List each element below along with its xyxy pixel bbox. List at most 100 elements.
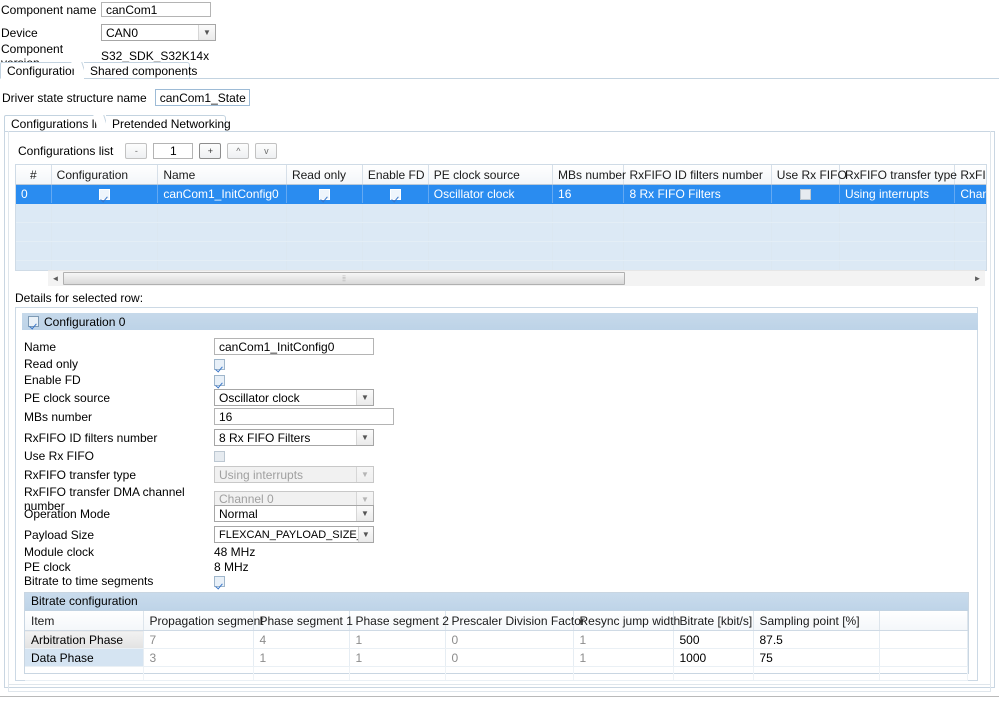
driver-state-input[interactable]: canCom1_State xyxy=(154,89,250,106)
chevron-down-icon: ▼ xyxy=(356,506,373,521)
cell-enable-fd[interactable] xyxy=(362,184,429,204)
cell-prescaler-division-factor: 0 xyxy=(445,648,574,667)
rxfifo-transfer-type-select[interactable]: Using interrupts ▼ xyxy=(214,466,374,483)
bitrate-configuration-panel: Bitrate configuration Item Propagation s… xyxy=(24,592,969,681)
grid-col-enable-fd[interactable]: Enable FD xyxy=(362,165,429,185)
cell-use-rx-fifo[interactable] xyxy=(771,184,840,204)
tab-configurations[interactable]: Configurations xyxy=(0,62,84,79)
enable-fd-checkbox[interactable] xyxy=(214,374,225,386)
cell-prescaler-division-factor: 0 xyxy=(445,630,574,649)
cell-empty xyxy=(16,203,52,223)
bitrate-col-sampling-point[interactable]: Sampling point [%] xyxy=(753,611,880,631)
cell-read-only[interactable] xyxy=(286,184,363,204)
cell-empty xyxy=(428,241,554,261)
read-only-checkbox[interactable] xyxy=(214,358,225,370)
configurations-grid[interactable]: # Configuration Name Read only Enable FD… xyxy=(15,164,987,271)
cell-empty xyxy=(51,203,159,223)
field-label: RxFIFO transfer type xyxy=(24,467,137,482)
bitrate-to-time-segments-checkbox[interactable] xyxy=(214,575,225,587)
table-row[interactable] xyxy=(16,222,986,242)
table-row[interactable]: Data Phase 3 1 1 0 1 1000 75 xyxy=(25,648,968,667)
component-version-value: S32_SDK_S32K14x xyxy=(101,48,210,63)
bitrate-col-phase-segment-1[interactable]: Phase segment 1 xyxy=(253,611,353,631)
remove-configuration-button[interactable]: - xyxy=(125,143,148,159)
device-row: Device CAN0 ▼ xyxy=(0,23,999,42)
cell-configuration[interactable] xyxy=(51,184,159,204)
grid-horizontal-scrollbar[interactable]: ◄ ⦙⦙ ► xyxy=(48,270,985,286)
move-down-button[interactable]: v xyxy=(255,143,278,159)
operation-mode-select[interactable]: Normal ▼ xyxy=(214,505,374,522)
bitrate-col-bitrate[interactable]: Bitrate [kbit/s] xyxy=(673,611,754,631)
name-input[interactable]: canCom1_InitConfig0 xyxy=(214,338,374,355)
cell-empty xyxy=(753,666,880,681)
grid-col-read-only[interactable]: Read only xyxy=(286,165,363,185)
field-label: Use Rx FIFO xyxy=(24,449,95,463)
configurations-list-title: Configurations list xyxy=(18,144,114,158)
component-name-input[interactable]: canCom1 xyxy=(101,2,211,17)
cell-rxfifo-id-filters: 8 Rx FIFO Filters xyxy=(623,184,772,204)
details-group-header[interactable]: Configuration 0 xyxy=(22,313,978,330)
grid-col-index[interactable]: # xyxy=(16,165,52,185)
field-use-rx-fifo: Use Rx FIFO xyxy=(24,449,225,463)
rxfifo-id-filters-select[interactable]: 8 Rx FIFO Filters ▼ xyxy=(214,429,374,446)
scrollbar-thumb[interactable]: ⦙⦙ xyxy=(63,272,625,285)
enable-fd-checkbox[interactable] xyxy=(389,189,401,200)
grid-col-configuration[interactable]: Configuration xyxy=(51,165,159,185)
bitrate-col-spare[interactable] xyxy=(879,611,968,631)
grid-col-rxfifo-id-filters[interactable]: RxFIFO ID filters number xyxy=(623,165,772,185)
cell-empty xyxy=(286,241,363,261)
grid-col-mbs-number[interactable]: MBs number xyxy=(552,165,626,185)
device-select[interactable]: CAN0 ▼ xyxy=(101,24,216,41)
bitrate-col-phase-segment-2[interactable]: Phase segment 2 xyxy=(349,611,449,631)
grid-col-name[interactable]: Name xyxy=(157,165,287,185)
main-tabstrip: Configurations Shared components xyxy=(0,62,999,79)
move-up-button[interactable]: ^ xyxy=(227,143,250,159)
bitrate-col-item[interactable]: Item xyxy=(25,611,144,631)
field-pe-clock: PE clock 8 MHz xyxy=(24,560,249,574)
window-bottom-border xyxy=(0,696,999,697)
use-rx-fifo-checkbox[interactable] xyxy=(214,450,225,462)
rxfifo-dma-channel-value: Channel 0 xyxy=(219,492,274,506)
grid-col-rxfifo-transfer-type[interactable]: RxFIFO transfer type xyxy=(839,165,957,185)
module-clock-value: 48 MHz xyxy=(214,545,256,559)
grid-col-rxfifo-dma-channel[interactable]: RxFIFO transfer DMA chann xyxy=(954,165,986,185)
read-only-checkbox[interactable] xyxy=(318,189,330,200)
component-header: Component name canCom1 Device CAN0 ▼ Com… xyxy=(0,0,999,70)
bitrate-col-prescaler-division-factor[interactable]: Prescaler Division Factor xyxy=(445,611,585,631)
cell-sampling-point: 87.5 xyxy=(753,630,880,649)
table-row[interactable]: Arbitration Phase 7 4 1 0 1 500 87.5 xyxy=(25,630,968,649)
payload-size-value: FLEXCAN_PAYLOAD_SIZE_16 xyxy=(219,528,358,541)
grid-col-use-rx-fifo[interactable]: Use Rx FIFO xyxy=(771,165,847,185)
tab-shared-components[interactable]: Shared components xyxy=(84,62,197,79)
chevron-down-icon: ▼ xyxy=(356,467,373,482)
pe-clock-source-select[interactable]: Oscillator clock ▼ xyxy=(214,389,374,406)
configuration-count-input[interactable]: 1 xyxy=(153,143,194,159)
cell-empty xyxy=(362,222,429,242)
cell-mbs-number: 16 xyxy=(552,184,625,204)
cell-empty xyxy=(286,222,363,242)
table-row[interactable] xyxy=(16,203,986,223)
bitrate-col-propagation-segment[interactable]: Propagation segment xyxy=(143,611,264,631)
tab-configurations-list[interactable]: Configurations list xyxy=(4,115,106,132)
configuration-checkbox[interactable] xyxy=(98,189,110,200)
field-label: Module clock xyxy=(24,545,95,559)
driver-state-label: Driver state structure name xyxy=(2,90,147,105)
add-configuration-button[interactable]: + xyxy=(199,143,222,159)
bitrate-col-resync-jump-width[interactable]: Resync jump width xyxy=(573,611,680,631)
cell-resync-jump-width: 1 xyxy=(573,630,674,649)
payload-size-select[interactable]: FLEXCAN_PAYLOAD_SIZE_16 ▼ xyxy=(214,526,374,543)
grid-header-row: # Configuration Name Read only Enable FD… xyxy=(16,165,986,185)
table-row[interactable]: 0 canCom1_InitConfig0 Oscillator clock 1… xyxy=(16,184,986,204)
configuration-group-checkbox[interactable] xyxy=(28,316,39,327)
field-rxfifo-transfer-type: RxFIFO transfer type Using interrupts ▼ xyxy=(24,466,374,483)
tab-pretended-networking[interactable]: Pretended Networking xyxy=(106,115,231,132)
mbs-number-input[interactable]: 16 xyxy=(214,408,394,425)
scroll-right-icon[interactable]: ► xyxy=(970,271,985,286)
scroll-left-icon[interactable]: ◄ xyxy=(48,271,63,286)
grid-col-pe-clock-source[interactable]: PE clock source xyxy=(428,165,554,185)
bitrate-table[interactable]: Item Propagation segment Phase segment 1… xyxy=(25,611,968,681)
operation-mode-value: Normal xyxy=(219,506,258,521)
use-rx-fifo-checkbox[interactable] xyxy=(799,189,811,200)
table-row[interactable] xyxy=(16,241,986,261)
field-bitrate-to-time-segments: Bitrate to time segments xyxy=(24,574,225,588)
